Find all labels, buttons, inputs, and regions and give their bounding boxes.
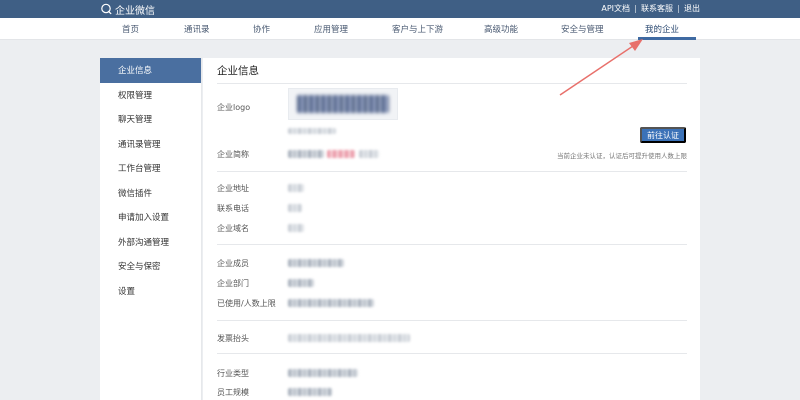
enterprise-logo-image[interactable]	[288, 88, 398, 120]
go-verify-button[interactable]: 前往认证	[640, 127, 686, 143]
short-name-label: 企业简称	[217, 150, 249, 159]
divider	[217, 83, 687, 84]
usage-value-redacted	[288, 299, 374, 307]
invoice-label: 发票抬头	[217, 334, 249, 343]
wecom-logo-icon	[101, 3, 112, 15]
divider	[217, 353, 687, 354]
address-label: 企业地址	[217, 184, 249, 193]
divider	[217, 171, 687, 172]
logo-label: 企业logo	[217, 103, 251, 112]
nav-my-enterprise[interactable]: 我的企业	[645, 23, 679, 35]
members-label: 企业成员	[217, 259, 249, 268]
nav-app-management[interactable]: 应用管理	[314, 23, 348, 35]
verify-hint: 当前企业未认证，认证后可提升使用人数上限	[557, 152, 687, 160]
nav-home[interactable]: 首页	[122, 23, 139, 35]
nav-collaboration[interactable]: 协作	[253, 23, 270, 35]
nav-security-management[interactable]: 安全与管理	[561, 23, 604, 35]
active-tab-indicator	[638, 37, 696, 40]
sidebar-item-join-request-settings[interactable]: 申请加入设置	[100, 205, 201, 230]
main-nav: 首页 通讯录 协作 应用管理 客户与上下游 高级功能 安全与管理 我的企业	[0, 18, 800, 40]
phone-label: 联系电话	[217, 204, 249, 213]
sidebar-item-enterprise-info[interactable]: 企业信息	[100, 58, 201, 83]
scale-value-redacted	[288, 388, 332, 396]
sidebar-item-chat-management[interactable]: 聊天管理	[100, 107, 201, 132]
nav-advanced-features[interactable]: 高级功能	[484, 23, 518, 35]
domain-label: 企业域名	[217, 224, 249, 233]
phone-value-redacted	[288, 204, 302, 212]
short-name-value-redacted	[288, 150, 324, 158]
contact-support-link[interactable]: 联系客服	[641, 3, 673, 14]
sidebar-item-contacts-management[interactable]: 通讯录管理	[100, 132, 201, 157]
logo-caption-redacted	[288, 128, 336, 134]
divider	[635, 4, 636, 13]
nav-customers-partners[interactable]: 客户与上下游	[392, 23, 443, 35]
page-title: 企业信息	[217, 65, 259, 77]
industry-value-redacted	[288, 369, 358, 377]
brand[interactable]: 企业微信	[100, 2, 155, 17]
sidebar-item-security-privacy[interactable]: 安全与保密	[100, 254, 201, 279]
logout-link[interactable]: 退出	[684, 3, 700, 14]
top-links: API文档 联系客服 退出	[601, 3, 700, 14]
scale-label: 员工规模	[217, 388, 249, 397]
brand-name: 企业微信	[115, 5, 155, 17]
departments-label: 企业部门	[217, 279, 249, 288]
divider	[217, 320, 687, 321]
members-value-redacted	[288, 259, 344, 267]
industry-label: 行业类型	[217, 369, 249, 378]
enterprise-info-panel: 企业信息 企业logo 前往认证 企业简称 当前企业未认证，认证后可提升使用人数…	[203, 58, 700, 400]
api-docs-link[interactable]: API文档	[601, 3, 630, 14]
short-name-edit-redacted[interactable]	[359, 150, 379, 158]
nav-contacts[interactable]: 通讯录	[184, 23, 210, 35]
invoice-value-redacted	[288, 334, 410, 342]
sidebar-item-workbench-management[interactable]: 工作台管理	[100, 156, 201, 181]
address-value-redacted	[288, 184, 304, 192]
divider	[678, 4, 679, 13]
sidebar-item-settings[interactable]: 设置	[100, 279, 201, 304]
divider	[217, 244, 687, 245]
top-bar: 企业微信 API文档 联系客服 退出	[0, 0, 800, 18]
sidebar-item-external-communication[interactable]: 外部沟通管理	[100, 230, 201, 255]
departments-value-redacted	[288, 279, 314, 287]
short-name-tag-redacted	[327, 150, 355, 158]
logo-blurred-content	[297, 95, 389, 113]
sidebar-item-permissions[interactable]: 权限管理	[100, 83, 201, 108]
usage-label: 已使用/人数上限	[217, 299, 276, 308]
sidebar: 企业信息 权限管理 聊天管理 通讯录管理 工作台管理 微信插件 申请加入设置 外…	[100, 58, 202, 400]
sidebar-item-wechat-plugin[interactable]: 微信插件	[100, 181, 201, 206]
domain-value-redacted	[288, 224, 304, 232]
